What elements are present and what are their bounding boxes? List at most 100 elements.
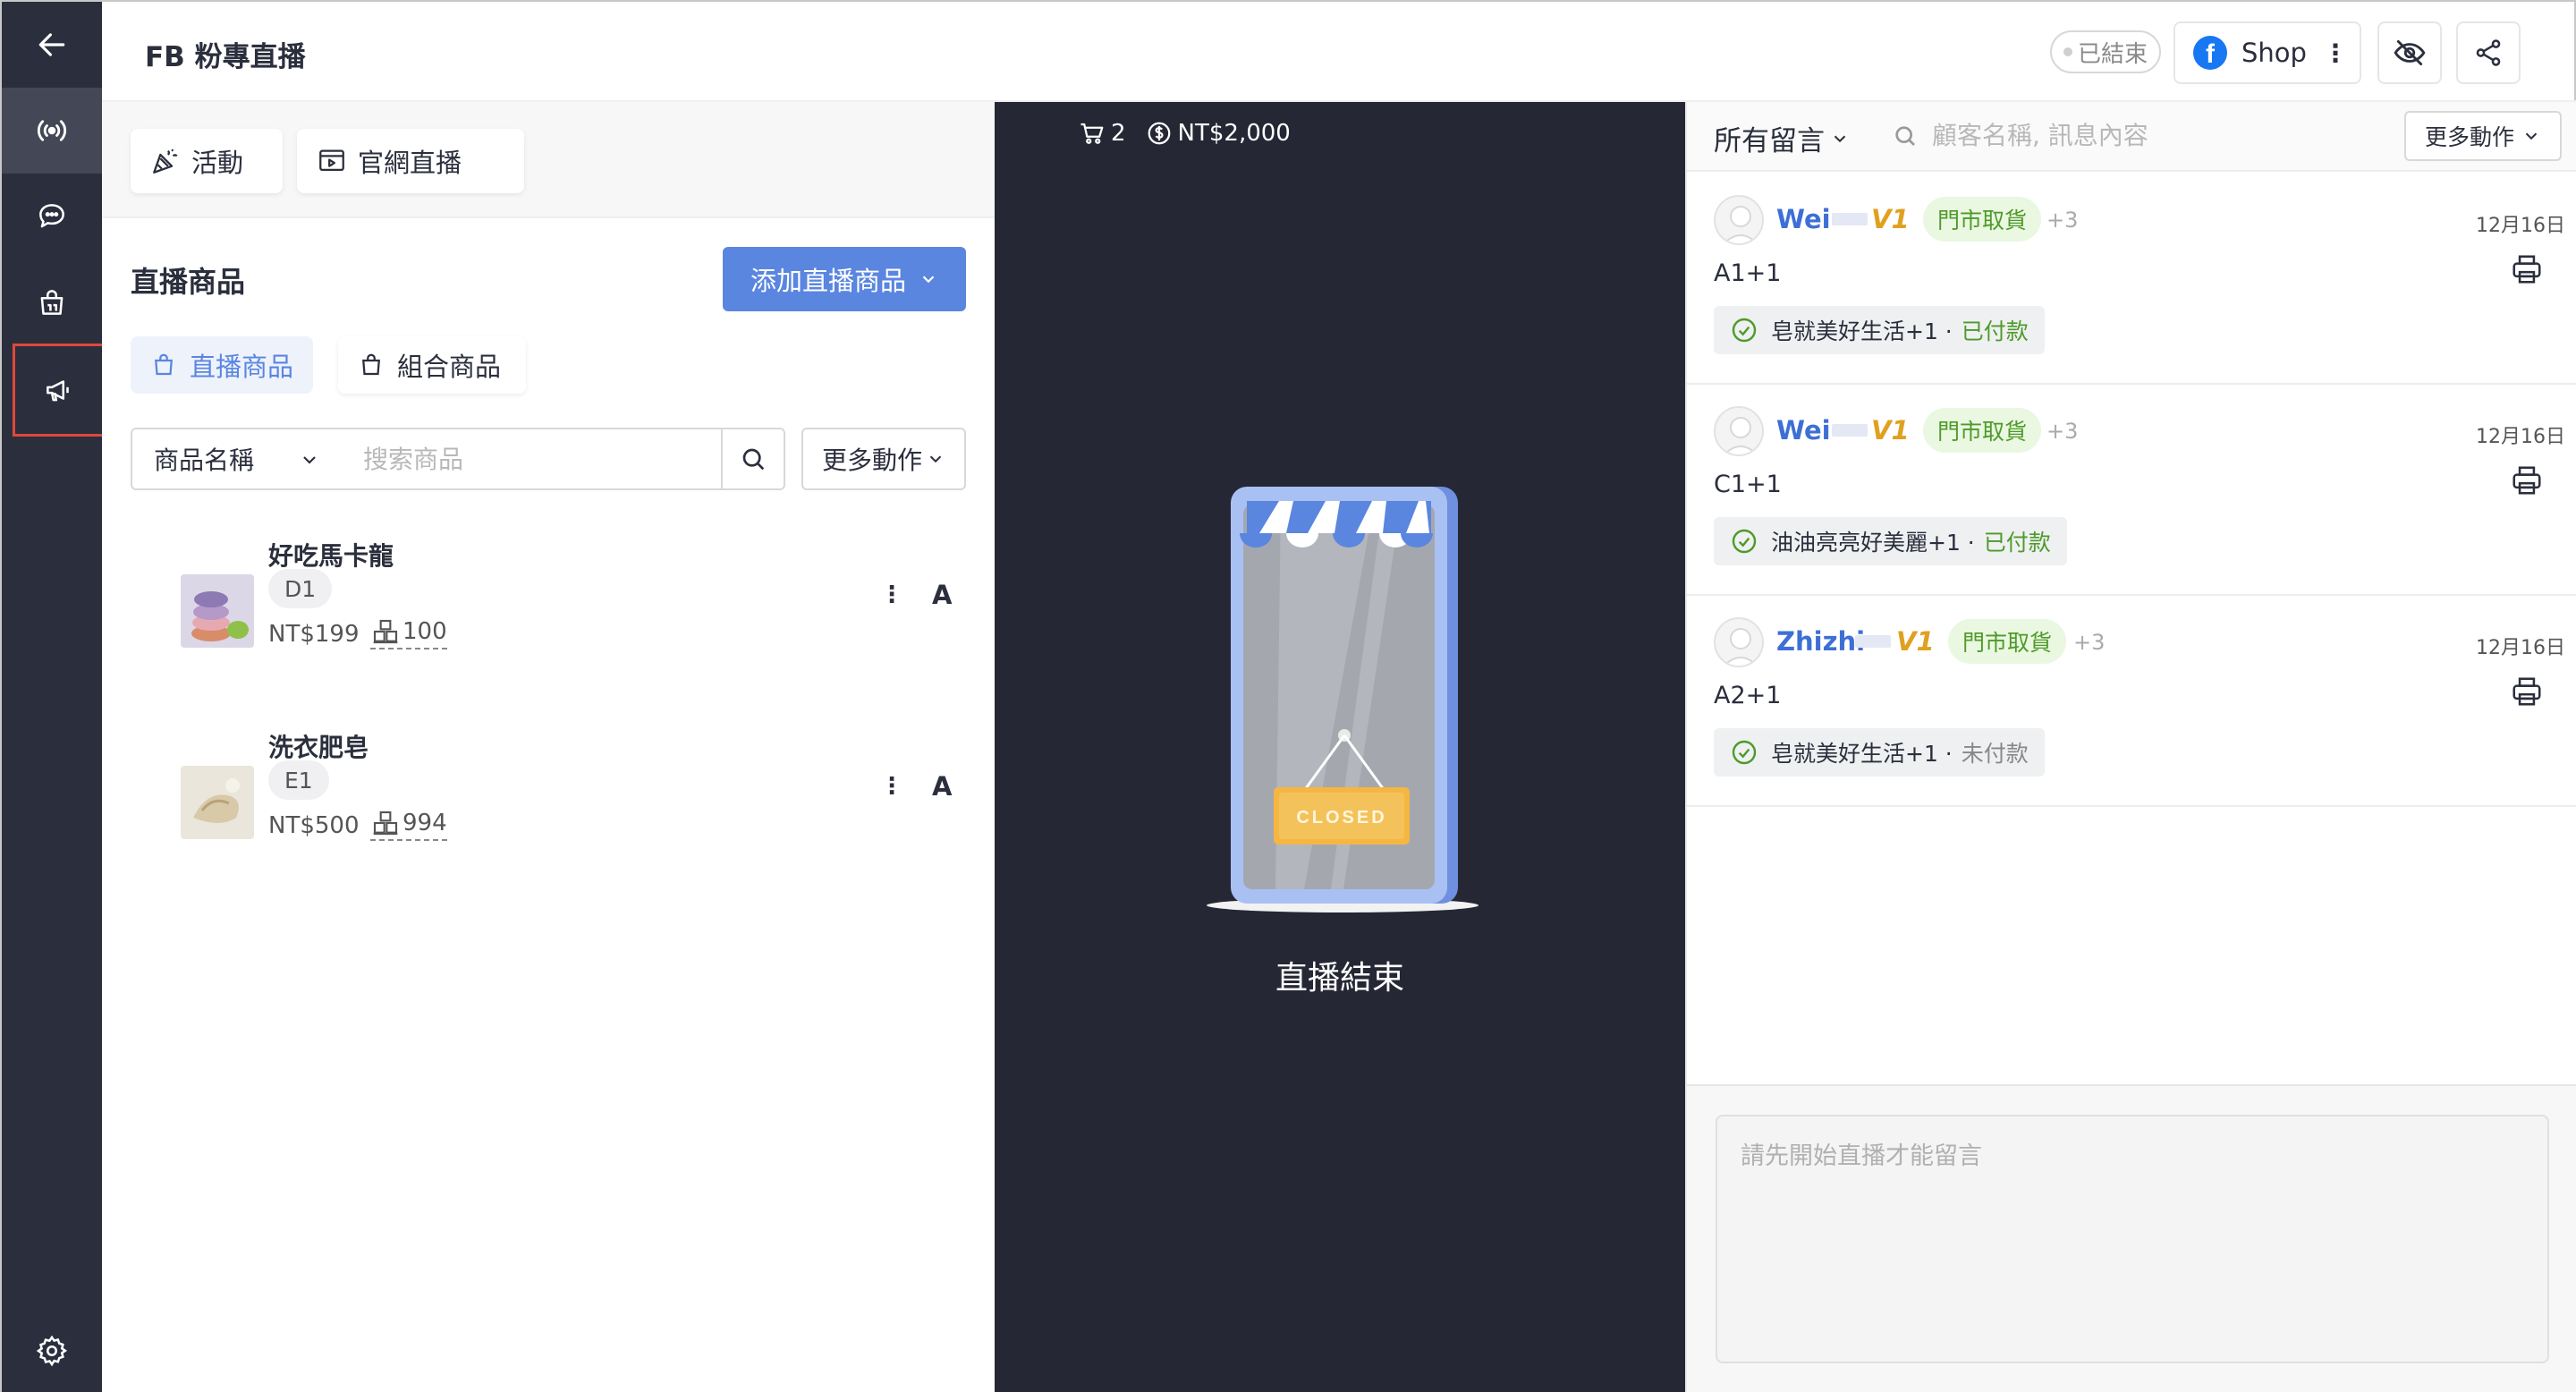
- nav-broadcast-button[interactable]: [13, 344, 106, 437]
- tab-live-products[interactable]: 直播商品: [131, 336, 313, 394]
- extra-tags-count[interactable]: +3: [2046, 208, 2078, 233]
- search-icon: [742, 448, 765, 471]
- nav-chat-button[interactable]: [2, 174, 102, 259]
- megaphone-icon: [47, 380, 69, 402]
- web-live-button[interactable]: 官網直播: [297, 129, 524, 193]
- comment-item[interactable]: Zhizhi V1 門市取貨 +3 12月16日 A2+1 皂就美好生活+1 ·…: [1687, 596, 2576, 807]
- more-actions-dropdown[interactable]: 更多動作: [801, 428, 966, 490]
- nav-back-button[interactable]: [2, 2, 102, 88]
- activity-button[interactable]: 活動: [131, 129, 283, 193]
- nav-settings-button[interactable]: [2, 1308, 102, 1392]
- comment-date: 12月16日: [2476, 215, 2565, 237]
- gear-icon: [36, 1335, 68, 1367]
- comments-toolbar: 所有留言 更多動作: [1687, 102, 2576, 172]
- page-title: FB 粉專直播: [145, 41, 306, 73]
- order-summary: 油油亮亮好美麗+1 ·: [1771, 530, 1975, 556]
- order-status[interactable]: 皂就美好生活+1 · 未付款: [1714, 728, 2045, 777]
- order-status[interactable]: 皂就美好生活+1 · 已付款: [1714, 306, 2045, 354]
- comment-filter-dropdown[interactable]: 所有留言: [1714, 118, 1850, 158]
- comment-text: A2+1: [1714, 682, 1782, 709]
- shopping-bag-icon: [155, 353, 173, 376]
- product-tag[interactable]: A: [932, 580, 952, 610]
- product-search-input[interactable]: [342, 428, 723, 490]
- inventory-boxes-icon: [373, 811, 398, 836]
- avatar: [1714, 195, 1764, 245]
- avatar: [1714, 617, 1764, 667]
- products-panel: 活動 官網直播 直播商品 添加直播商品 直播商品 組合商品 商品名稱 搜索商品 …: [102, 102, 995, 1392]
- comment-text: A1+1: [1714, 259, 1782, 287]
- hide-button[interactable]: [2377, 21, 2442, 84]
- commenter-name[interactable]: Wei: [1776, 415, 1831, 446]
- stage-stats: 2 NT$2,000: [1079, 120, 1291, 147]
- product-menu-icon[interactable]: ⋮: [880, 581, 903, 608]
- search-field-select[interactable]: 商品名稱: [131, 428, 343, 490]
- activity-label: 活動: [191, 148, 244, 178]
- app-window: 廣播 FB 粉專直播 已結束 f Shop ⋮ 活動 官網直播: [0, 0, 2576, 1392]
- comments-panel: 所有留言 更多動作 Wei V1 門市取貨 +3 12月16日 A1+1: [1685, 102, 2576, 1392]
- printer-icon: [2512, 255, 2541, 284]
- tab-bundle-products[interactable]: 組合商品: [338, 336, 526, 394]
- product-row[interactable]: 好吃馬卡龍 D1 NT$199 100 ⋮ A: [102, 537, 995, 716]
- commenter-name[interactable]: Zhizhi: [1776, 626, 1865, 657]
- web-live-label: 官網直播: [358, 148, 462, 178]
- comment-search-input[interactable]: [1932, 115, 2433, 156]
- chevron-down-icon: [1834, 135, 1846, 142]
- tab-live-products-label: 直播商品: [190, 352, 294, 382]
- order-summary: 皂就美好生活+1 ·: [1771, 741, 1953, 767]
- print-button[interactable]: [2510, 675, 2544, 712]
- chevron-down-icon: [303, 456, 316, 464]
- tab-bundle-products-label: 組合商品: [397, 352, 502, 382]
- commenter-name[interactable]: Wei: [1776, 204, 1831, 234]
- comment-text: C1+1: [1714, 471, 1782, 498]
- comment-date: 12月16日: [2476, 426, 2565, 448]
- printer-icon: [2512, 677, 2541, 706]
- soap-thumbnail: [181, 766, 254, 839]
- top-header: FB 粉專直播 已結束 f Shop ⋮: [102, 4, 2576, 102]
- broadcast-signal-icon: [37, 120, 67, 141]
- chevron-down-icon: [2525, 132, 2538, 140]
- nav-live-button[interactable]: [2, 88, 102, 174]
- macaron-thumbnail: [181, 574, 254, 648]
- comment-date: 12月16日: [2476, 637, 2565, 659]
- search-button[interactable]: [721, 428, 785, 490]
- cart-icon: [1080, 123, 1104, 144]
- kebab-menu-icon[interactable]: ⋮: [2323, 38, 2348, 68]
- printer-icon: [2512, 466, 2541, 495]
- add-live-product-button[interactable]: 添加直播商品: [723, 247, 966, 311]
- product-name: 好吃馬卡龍: [268, 541, 394, 571]
- search-field-label: 商品名稱: [154, 446, 255, 475]
- product-price: NT$199: [268, 621, 360, 648]
- redacted-name-bar: [1855, 635, 1891, 648]
- delivery-badge: 門市取貨: [1923, 408, 2042, 453]
- facebook-icon: f: [2193, 36, 2227, 70]
- search-icon: [1895, 126, 1915, 146]
- side-nav: [2, 2, 106, 1392]
- print-button[interactable]: [2510, 463, 2544, 501]
- section-title: 直播商品: [131, 265, 246, 299]
- fb-shop-button[interactable]: f Shop ⋮: [2174, 21, 2361, 84]
- comment-more-actions-label: 更多動作: [2424, 124, 2514, 150]
- dollar-coin-icon: [1148, 122, 1170, 145]
- product-stock[interactable]: 994: [370, 809, 447, 841]
- print-button[interactable]: [2510, 252, 2544, 290]
- share-button[interactable]: [2456, 21, 2521, 84]
- status-dot: [2063, 47, 2072, 56]
- nav-shop-button[interactable]: [2, 259, 102, 345]
- comment-more-actions-dropdown[interactable]: 更多動作: [2404, 111, 2562, 161]
- product-menu-icon[interactable]: ⋮: [880, 773, 903, 800]
- product-row[interactable]: 洗衣肥皂 E1 NT$500 994 ⋮ A: [102, 728, 995, 907]
- avatar: [1714, 406, 1764, 456]
- redacted-name-bar: [1832, 213, 1868, 225]
- product-stock[interactable]: 100: [370, 617, 447, 649]
- comment-filter-label: 所有留言: [1714, 125, 1825, 157]
- check-circle-icon: [1732, 318, 1757, 343]
- product-tag[interactable]: A: [932, 771, 952, 802]
- extra-tags-count[interactable]: +3: [2073, 630, 2105, 655]
- status-label: 已結束: [2077, 40, 2148, 68]
- comment-item[interactable]: Wei V1 門市取貨 +3 12月16日 A1+1 皂就美好生活+1 · 已付…: [1687, 174, 2576, 385]
- comment-item[interactable]: Wei V1 門市取貨 +3 12月16日 C1+1 油油亮亮好美麗+1 · 已…: [1687, 385, 2576, 596]
- comment-input[interactable]: [1716, 1115, 2549, 1363]
- cart-count: 2: [1111, 120, 1126, 147]
- extra-tags-count[interactable]: +3: [2046, 419, 2078, 444]
- order-status[interactable]: 油油亮亮好美麗+1 · 已付款: [1714, 517, 2067, 565]
